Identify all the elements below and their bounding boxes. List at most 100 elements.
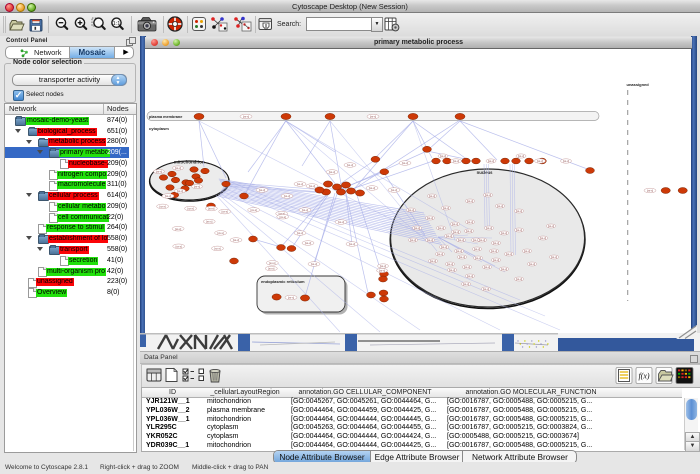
svg-text:[xx-x]: [xx-x] (288, 296, 294, 300)
svg-text:[xx-x]: [xx-x] (467, 199, 473, 203)
svg-text:[xx-x]: [xx-x] (302, 208, 308, 212)
svg-text:nucleus: nucleus (477, 170, 493, 175)
svg-text:[xx-x]: [xx-x] (474, 247, 480, 251)
svg-text:[xx-x]: [xx-x] (414, 226, 420, 230)
svg-text:[xx-x]: [xx-x] (233, 238, 239, 242)
svg-text:[xx-x]: [xx-x] (165, 194, 171, 198)
svg-text:[xx-x]: [xx-x] (305, 241, 311, 245)
svg-text:[xx-x]: [xx-x] (443, 206, 449, 210)
svg-text:[xx-x]: [xx-x] (438, 226, 444, 230)
svg-text:[xx-x]: [xx-x] (206, 220, 212, 224)
svg-text:plasma membrane: plasma membrane (149, 115, 182, 119)
svg-text:[xx-x]: [xx-x] (467, 220, 473, 224)
svg-text:[xx-x]: [xx-x] (159, 205, 165, 209)
svg-text:[xx-x]: [xx-x] (516, 228, 522, 232)
svg-text:[xx-x]: [xx-x] (259, 188, 265, 192)
svg-text:[xx-x]: [xx-x] (427, 216, 433, 220)
svg-text:[xx-x]: [xx-x] (430, 259, 436, 263)
svg-text:[xx-x]: [xx-x] (370, 115, 376, 119)
svg-text:[xx-x]: [xx-x] (540, 236, 546, 240)
svg-text:[xx-x]: [xx-x] (551, 255, 557, 259)
svg-text:[xx-x]: [xx-x] (466, 229, 472, 233)
svg-text:[xx-x]: [xx-x] (284, 194, 290, 198)
svg-text:[xx-x]: [xx-x] (529, 262, 535, 266)
svg-text:[xx-x]: [xx-x] (441, 245, 447, 249)
svg-text:[xx-x]: [xx-x] (518, 154, 524, 158)
svg-text:[xx-x]: [xx-x] (516, 277, 522, 281)
svg-text:[xx-x]: [xx-x] (311, 262, 317, 266)
svg-text:[xx-x]: [xx-x] (437, 252, 443, 256)
svg-text:[xx-x]: [xx-x] (485, 193, 491, 197)
svg-text:[xx-x]: [xx-x] (463, 282, 469, 286)
svg-text:[xx-x]: [xx-x] (479, 238, 485, 242)
svg-text:[xx-x]: [xx-x] (459, 255, 465, 259)
svg-text:[xx-x]: [xx-x] (429, 194, 435, 198)
svg-text:[xx-x]: [xx-x] (449, 268, 455, 272)
svg-text:[xx-x]: [xx-x] (187, 207, 193, 211)
svg-text:[xx-x]: [xx-x] (338, 220, 344, 224)
svg-text:[xx-x]: [xx-x] (280, 215, 286, 219)
svg-text:[xx-x]: [xx-x] (269, 261, 275, 265)
svg-text:[xx-x]: [xx-x] (427, 238, 433, 242)
svg-text:[xx-x]: [xx-x] (447, 262, 453, 266)
svg-text:[xx-x]: [xx-x] (379, 269, 385, 273)
svg-text:[xx-x]: [xx-x] (297, 182, 303, 186)
svg-text:[xx-x]: [xx-x] (537, 159, 543, 163)
svg-text:[xx-x]: [xx-x] (516, 209, 522, 213)
svg-text:[xx-x]: [xx-x] (497, 204, 503, 208)
svg-text:[xx-x]: [xx-x] (309, 184, 315, 188)
svg-text:[xx-x]: [xx-x] (647, 189, 653, 193)
svg-text:[xx-x]: [xx-x] (410, 238, 416, 242)
svg-text:[xx-x]: [xx-x] (156, 170, 162, 174)
svg-text:[xx-x]: [xx-x] (486, 226, 492, 230)
svg-text:[xx-x]: [xx-x] (464, 265, 470, 269)
svg-text:[xx-x]: [xx-x] (493, 258, 499, 262)
svg-text:[xx-x]: [xx-x] (458, 238, 464, 242)
svg-text:cytoplasm: cytoplasm (149, 126, 169, 131)
svg-text:[xx-x]: [xx-x] (506, 252, 512, 256)
svg-text:[xx-x]: [xx-x] (177, 189, 183, 193)
svg-text:[xx-x]: [xx-x] (297, 231, 303, 235)
svg-text:[xx-x]: [xx-x] (488, 159, 494, 163)
svg-text:unassigned: unassigned (627, 82, 650, 87)
svg-text:[xx-x]: [xx-x] (175, 166, 181, 170)
svg-text:[xx-x]: [xx-x] (491, 249, 497, 253)
svg-text:[xx-x]: [xx-x] (483, 287, 489, 291)
svg-text:[xx-x]: [xx-x] (484, 265, 490, 269)
svg-text:[xx-x]: [xx-x] (563, 159, 569, 163)
svg-text:[xx-x]: [xx-x] (268, 267, 274, 271)
svg-text:[xx-x]: [xx-x] (452, 222, 458, 226)
svg-text:[xx-x]: [xx-x] (175, 227, 181, 231)
svg-text:[xx-x]: [xx-x] (217, 231, 223, 235)
svg-text:[xx-x]: [xx-x] (475, 256, 481, 260)
svg-text:[xx-x]: [xx-x] (329, 170, 335, 174)
svg-text:[xx-x]: [xx-x] (453, 230, 459, 234)
svg-text:[xx-x]: [xx-x] (501, 267, 507, 271)
svg-text:[xx-x]: [xx-x] (402, 161, 408, 165)
svg-text:[xx-x]: [xx-x] (408, 208, 414, 212)
svg-text:[xx-x]: [xx-x] (214, 247, 220, 251)
svg-text:[xx-x]: [xx-x] (222, 210, 228, 214)
svg-text:[xx-x]: [xx-x] (456, 249, 462, 253)
svg-text:1:1: 1:1 (113, 21, 121, 27)
svg-text:endoplasmic reticulum: endoplasmic reticulum (261, 279, 305, 284)
svg-text:[xx-x]: [xx-x] (208, 207, 214, 211)
svg-text:[xx-x]: [xx-x] (194, 185, 200, 189)
svg-text:[xx-x]: [xx-x] (501, 231, 507, 235)
svg-text:[xx-x]: [xx-x] (380, 264, 386, 268)
svg-text:[xx-x]: [xx-x] (524, 249, 530, 253)
svg-text:[xx-x]: [xx-x] (176, 244, 182, 248)
svg-text:[xx-x]: [xx-x] (453, 159, 459, 163)
svg-text:[xx-x]: [xx-x] (369, 186, 375, 190)
svg-text:[xx-x]: [xx-x] (467, 274, 473, 278)
svg-text:[xx-x]: [xx-x] (446, 234, 452, 238)
svg-text:[xx-x]: [xx-x] (349, 242, 355, 246)
svg-text:f(x): f(x) (638, 372, 649, 381)
svg-text:[xx-x]: [xx-x] (251, 208, 257, 212)
svg-text:[xx-x]: [xx-x] (440, 154, 446, 158)
svg-text:[xx-x]: [xx-x] (391, 188, 397, 192)
svg-text:mitochondrion: mitochondrion (174, 160, 205, 165)
svg-text:[xx-x]: [xx-x] (243, 115, 249, 119)
svg-text:[xx-x]: [xx-x] (548, 224, 554, 228)
svg-text:[xx-x]: [xx-x] (493, 241, 499, 245)
